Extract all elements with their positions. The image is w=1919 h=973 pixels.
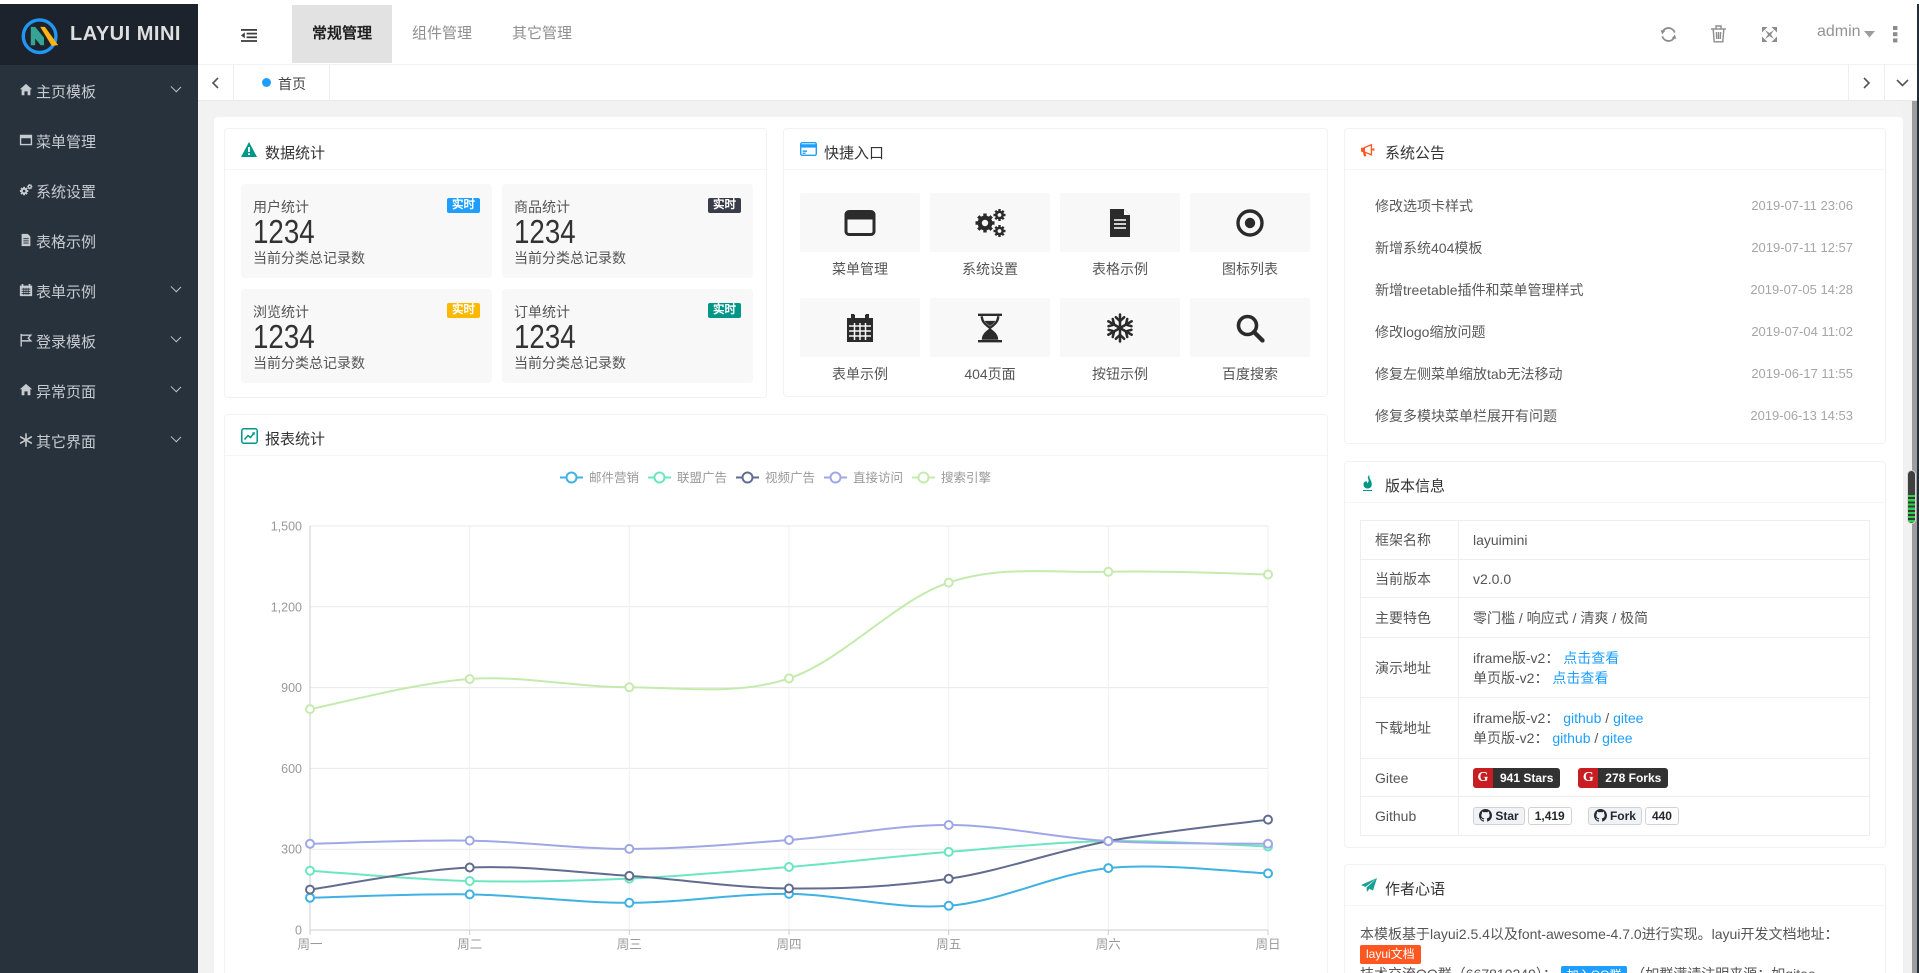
- svg-text:周二: 周二: [457, 938, 482, 952]
- svg-text:1,500: 1,500: [271, 520, 302, 534]
- svg-text:周一: 周一: [297, 938, 322, 952]
- svg-text:视频广告: 视频广告: [765, 470, 815, 485]
- svg-text:周四: 周四: [776, 938, 801, 952]
- svg-text:周日: 周日: [1255, 938, 1280, 952]
- svg-text:900: 900: [281, 681, 302, 695]
- svg-text:邮件营销: 邮件营销: [589, 471, 639, 485]
- svg-text:周五: 周五: [936, 938, 961, 952]
- svg-text:600: 600: [281, 762, 302, 776]
- svg-text:0: 0: [295, 924, 302, 938]
- svg-text:周三: 周三: [617, 938, 642, 952]
- svg-text:周六: 周六: [1096, 938, 1121, 952]
- svg-text:联盟广告: 联盟广告: [677, 471, 727, 485]
- svg-text:1,200: 1,200: [271, 600, 302, 614]
- svg-text:搜索引擎: 搜索引擎: [941, 470, 991, 485]
- svg-text:直接访问: 直接访问: [853, 470, 903, 485]
- svg-text:300: 300: [281, 843, 302, 857]
